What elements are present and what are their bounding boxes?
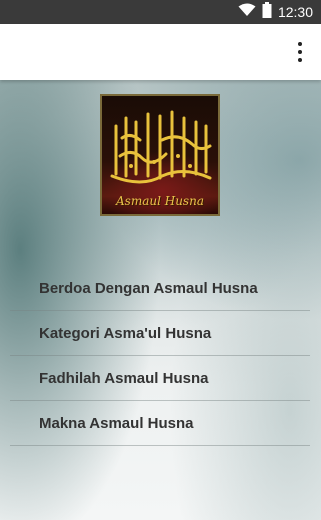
menu-item-label: Makna Asmaul Husna [39,414,194,432]
menu-item-makna[interactable]: Makna Asmaul Husna [10,401,310,446]
overflow-menu-icon[interactable] [291,40,309,64]
menu-item-kategori[interactable]: Kategori Asma'ul Husna [10,311,310,356]
menu-item-berdoa[interactable]: Berdoa Dengan Asmaul Husna [10,266,310,311]
menu-dot [298,42,302,46]
app-bar [0,24,321,80]
menu-item-label: Berdoa Dengan Asmaul Husna [39,279,258,297]
status-bar: 12:30 [0,0,321,24]
asmaul-husna-logo: Asmaul Husna [100,94,220,216]
menu-list: Berdoa Dengan Asmaul Husna Kategori Asma… [10,266,310,446]
battery-icon [262,1,272,23]
menu-item-label: Kategori Asma'ul Husna [39,324,212,342]
wifi-icon [238,3,256,22]
menu-item-fadhilah[interactable]: Fadhilah Asmaul Husna [10,356,310,401]
menu-item-label: Fadhilah Asmaul Husna [39,369,209,387]
main-content: Asmaul Husna Berdoa Dengan Asmaul Husna … [0,80,321,520]
logo-caption: Asmaul Husna [116,194,204,208]
menu-dot [298,50,302,54]
status-time: 12:30 [277,4,313,20]
menu-dot [298,58,302,62]
status-icons: 12:30 [238,1,313,23]
